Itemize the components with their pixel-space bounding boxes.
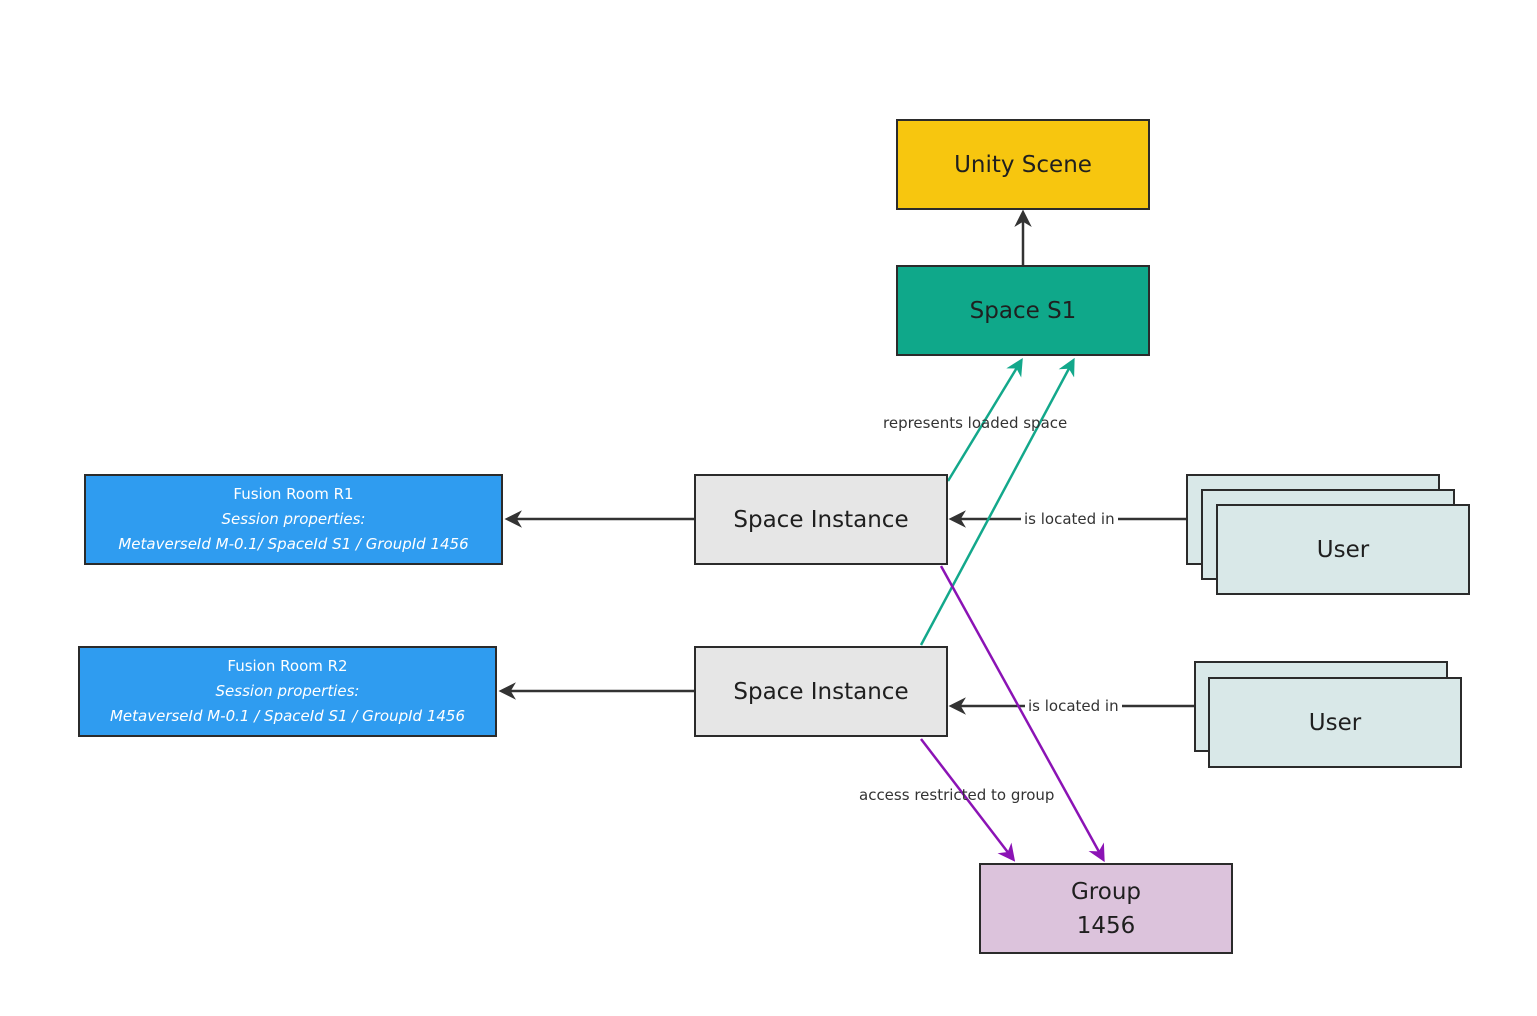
fusion-room-r1-subtitle: Session properties:	[221, 510, 366, 528]
edge-label-represents: represents loaded space	[883, 414, 1068, 432]
fusion-room-r2-properties: MetaverseId M-0.1 / SpaceId S1 / GroupId…	[109, 707, 466, 725]
node-group[interactable]: Group 1456	[979, 863, 1233, 954]
space-s1-label: Space S1	[969, 297, 1077, 324]
edge-label-access: access restricted to group	[859, 786, 1055, 804]
unity-scene-label: Unity Scene	[954, 151, 1092, 178]
group-id: 1456	[1076, 912, 1136, 939]
node-user-stack-2[interactable]: User	[1208, 677, 1462, 768]
fusion-room-r2-subtitle: Session properties:	[215, 682, 360, 700]
edge-label-located-1: is located in	[1021, 510, 1118, 528]
node-space-instance-1[interactable]: Space Instance	[694, 474, 948, 565]
space-instance-1-label: Space Instance	[733, 506, 909, 533]
user-stack-1-label: User	[1316, 536, 1370, 563]
group-label: Group	[1070, 878, 1142, 905]
node-space-instance-2[interactable]: Space Instance	[694, 646, 948, 737]
edge-label-located-2: is located in	[1025, 697, 1122, 715]
fusion-room-r1-properties: MetaverseId M-0.1/ SpaceId S1 / GroupId …	[118, 535, 469, 553]
node-fusion-room-r1[interactable]: Fusion Room R1 Session properties: Metav…	[84, 474, 503, 565]
node-space-s1[interactable]: Space S1	[896, 265, 1150, 356]
node-unity-scene[interactable]: Unity Scene	[896, 119, 1150, 210]
user-stack-2-label: User	[1308, 709, 1362, 736]
node-user-stack-1[interactable]: User	[1216, 504, 1470, 595]
space-instance-2-label: Space Instance	[733, 678, 909, 705]
fusion-room-r1-title: Fusion Room R1	[233, 485, 354, 503]
fusion-room-r2-title: Fusion Room R2	[227, 657, 348, 675]
node-fusion-room-r2[interactable]: Fusion Room R2 Session properties: Metav…	[78, 646, 497, 737]
